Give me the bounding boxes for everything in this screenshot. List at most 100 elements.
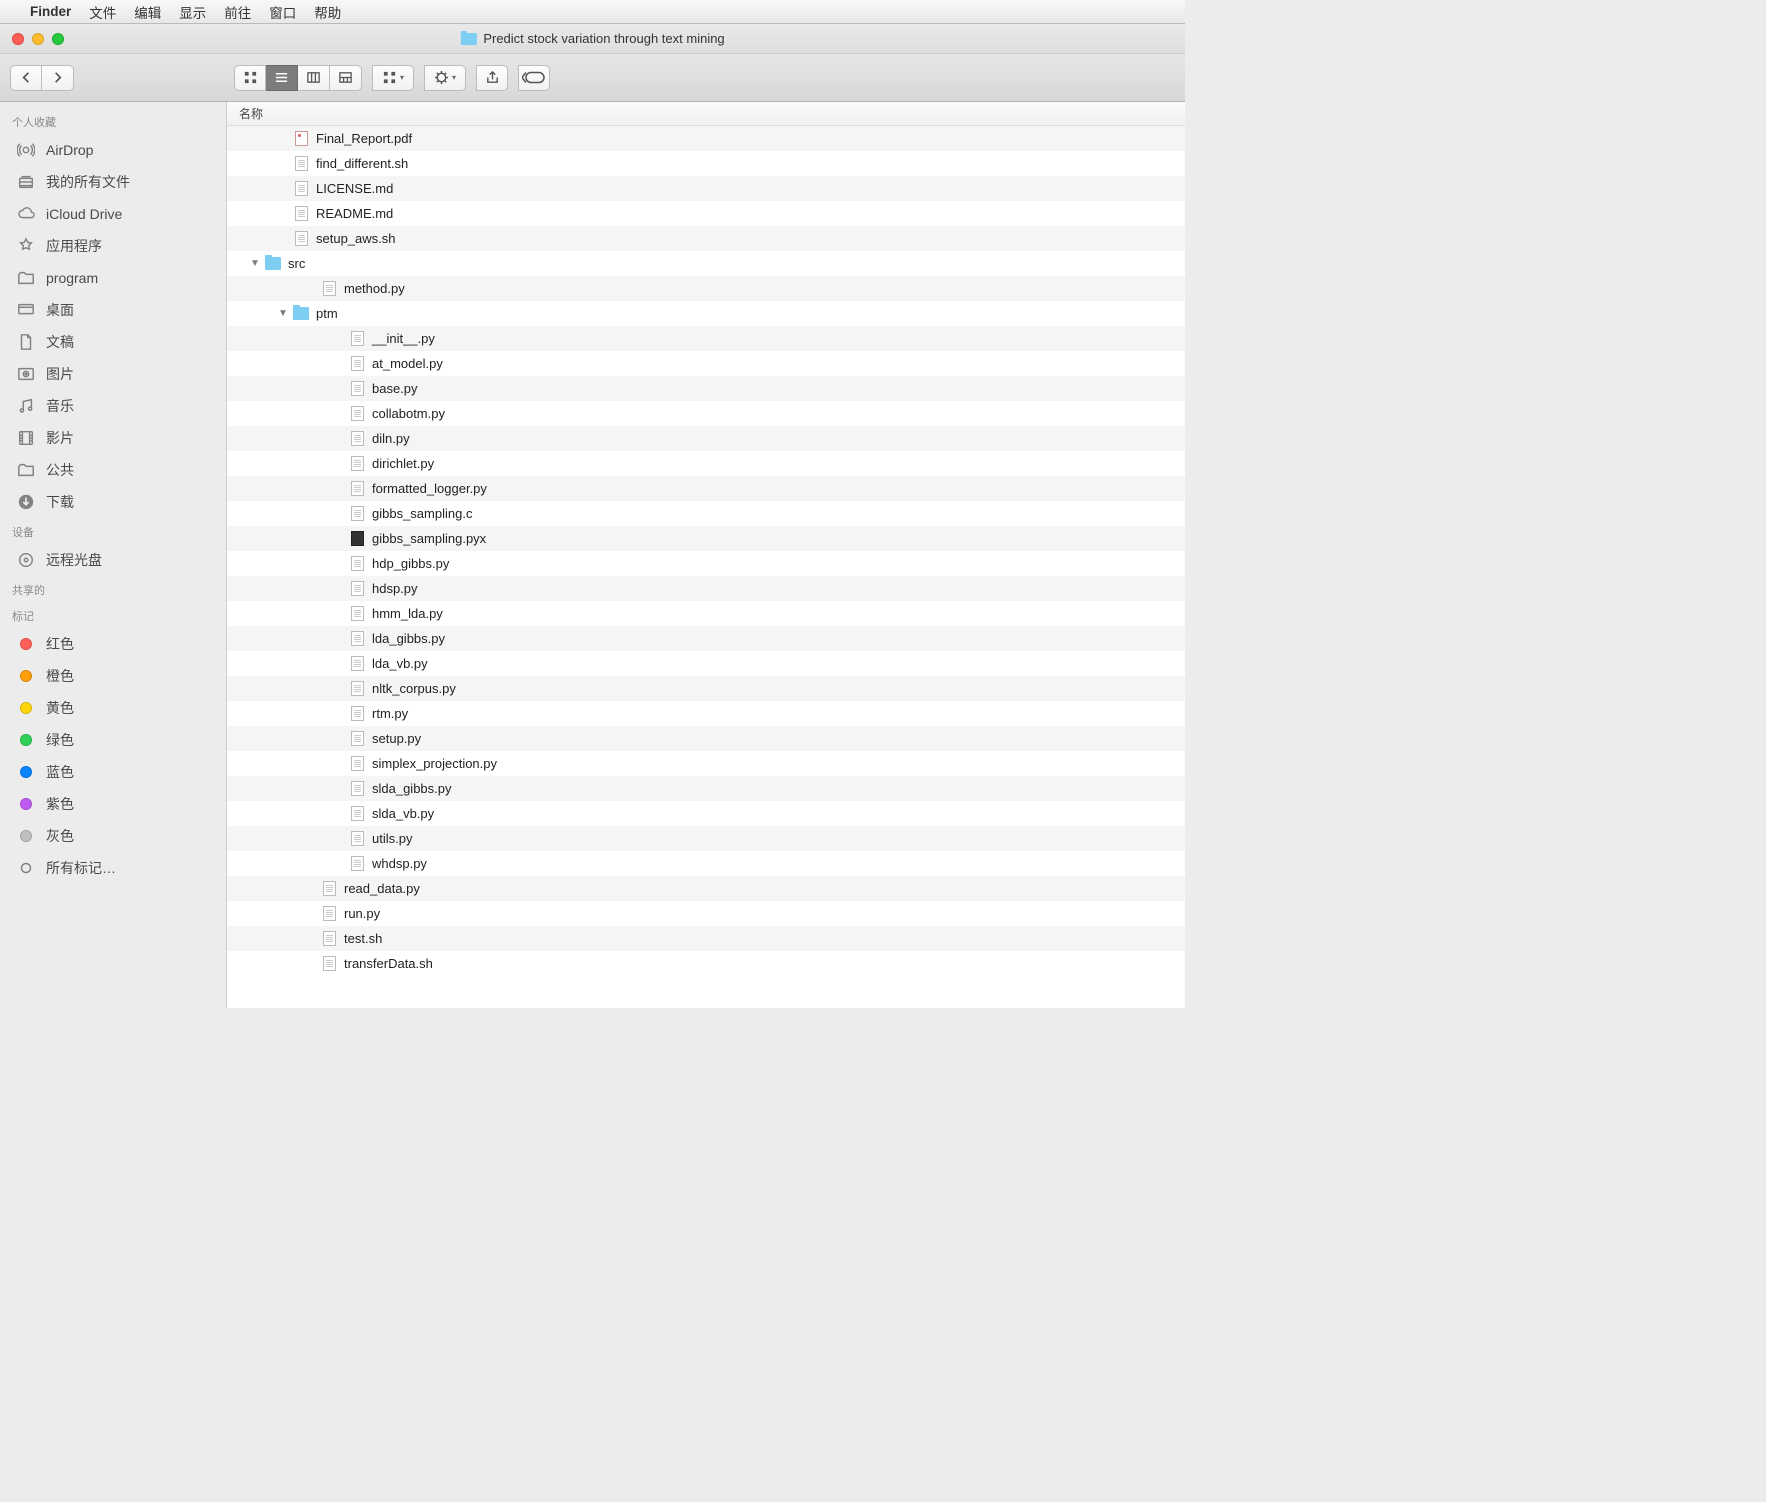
sidebar-item-label: 蓝色 (46, 762, 74, 782)
file-icon (293, 156, 309, 172)
file-row[interactable]: base.py (227, 376, 1185, 401)
sidebar-item[interactable]: 我的所有文件 (0, 166, 226, 198)
file-row[interactable]: README.md (227, 201, 1185, 226)
downloads-icon (16, 493, 36, 511)
sidebar-item[interactable]: 橙色 (0, 660, 226, 692)
menu-window[interactable]: 窗口 (269, 2, 296, 22)
file-row[interactable]: gibbs_sampling.pyx (227, 526, 1185, 551)
file-row[interactable]: simplex_projection.py (227, 751, 1185, 776)
menu-view[interactable]: 显示 (179, 2, 206, 22)
file-row[interactable]: ▼ptm (227, 301, 1185, 326)
sidebar-item-label: 应用程序 (46, 236, 102, 256)
file-row[interactable]: at_model.py (227, 351, 1185, 376)
sidebar-item[interactable]: 应用程序 (0, 230, 226, 262)
sidebar-section-label: 共享的 (0, 576, 226, 602)
file-row[interactable]: diln.py (227, 426, 1185, 451)
file-row[interactable]: hdsp.py (227, 576, 1185, 601)
file-row[interactable]: read_data.py (227, 876, 1185, 901)
file-row[interactable]: lda_gibbs.py (227, 626, 1185, 651)
file-row[interactable]: setup.py (227, 726, 1185, 751)
file-name: method.py (344, 281, 405, 296)
window-title-text: Predict stock variation through text min… (483, 31, 724, 46)
column-header-name[interactable]: 名称 (227, 102, 1185, 126)
file-row[interactable]: hdp_gibbs.py (227, 551, 1185, 576)
menu-edit[interactable]: 编辑 (134, 2, 161, 22)
menu-help[interactable]: 帮助 (314, 2, 341, 22)
sidebar-item[interactable]: 远程光盘 (0, 544, 226, 576)
file-row[interactable]: nltk_corpus.py (227, 676, 1185, 701)
sidebar-item[interactable]: 桌面 (0, 294, 226, 326)
back-button[interactable] (10, 65, 42, 91)
file-icon (349, 681, 365, 697)
sidebar-item[interactable]: AirDrop (0, 134, 226, 166)
coverflow-view-button[interactable] (330, 65, 362, 91)
file-row[interactable]: Final_Report.pdf (227, 126, 1185, 151)
file-row[interactable]: whdsp.py (227, 851, 1185, 876)
file-row[interactable]: setup_aws.sh (227, 226, 1185, 251)
menu-file[interactable]: 文件 (89, 2, 116, 22)
file-row[interactable]: slda_vb.py (227, 801, 1185, 826)
apps-icon (16, 237, 36, 255)
file-name: run.py (344, 906, 380, 921)
file-row[interactable]: hmm_lda.py (227, 601, 1185, 626)
file-row[interactable]: lda_vb.py (227, 651, 1185, 676)
sidebar-item[interactable]: iCloud Drive (0, 198, 226, 230)
icloud-icon (16, 205, 36, 223)
zoom-button[interactable] (52, 33, 64, 45)
tag-icon (16, 731, 36, 749)
sidebar-item[interactable]: 音乐 (0, 390, 226, 422)
file-row[interactable]: transferData.sh (227, 951, 1185, 976)
menu-go[interactable]: 前往 (224, 2, 251, 22)
file-row[interactable]: find_different.sh (227, 151, 1185, 176)
disclosure-triangle-icon[interactable]: ▼ (275, 308, 291, 319)
list-view-button[interactable] (266, 65, 298, 91)
file-name: rtm.py (372, 706, 408, 721)
file-row[interactable]: ▼src (227, 251, 1185, 276)
sidebar-item[interactable]: 紫色 (0, 788, 226, 820)
file-row[interactable]: test.sh (227, 926, 1185, 951)
sidebar-item[interactable]: 下载 (0, 486, 226, 518)
tag-icon (16, 763, 36, 781)
file-row[interactable]: dirichlet.py (227, 451, 1185, 476)
sidebar-item[interactable]: 黄色 (0, 692, 226, 724)
file-row[interactable]: collabotm.py (227, 401, 1185, 426)
file-row[interactable]: gibbs_sampling.c (227, 501, 1185, 526)
file-icon (293, 181, 309, 197)
file-list-pane: 名称 Final_Report.pdffind_different.shLICE… (227, 102, 1185, 1008)
file-row[interactable]: utils.py (227, 826, 1185, 851)
share-button[interactable] (476, 65, 508, 91)
sidebar-item[interactable]: program (0, 262, 226, 294)
sidebar-item[interactable]: 影片 (0, 422, 226, 454)
sidebar-item[interactable]: 绿色 (0, 724, 226, 756)
file-row[interactable]: LICENSE.md (227, 176, 1185, 201)
close-button[interactable] (12, 33, 24, 45)
sidebar-item[interactable]: 所有标记… (0, 852, 226, 884)
file-row[interactable]: __init__.py (227, 326, 1185, 351)
file-name: setup_aws.sh (316, 231, 396, 246)
column-view-button[interactable] (298, 65, 330, 91)
file-row[interactable]: run.py (227, 901, 1185, 926)
file-row[interactable]: method.py (227, 276, 1185, 301)
file-icon (349, 481, 365, 497)
minimize-button[interactable] (32, 33, 44, 45)
forward-button[interactable] (42, 65, 74, 91)
sidebar-item[interactable]: 红色 (0, 628, 226, 660)
sidebar-item[interactable]: 蓝色 (0, 756, 226, 788)
sidebar-item[interactable]: 灰色 (0, 820, 226, 852)
sidebar-item[interactable]: 公共 (0, 454, 226, 486)
file-row[interactable]: slda_gibbs.py (227, 776, 1185, 801)
file-icon (349, 531, 365, 547)
file-icon (293, 131, 309, 147)
sidebar-item[interactable]: 文稿 (0, 326, 226, 358)
file-row[interactable]: rtm.py (227, 701, 1185, 726)
icon-view-button[interactable] (234, 65, 266, 91)
disc-icon (16, 551, 36, 569)
file-row[interactable]: formatted_logger.py (227, 476, 1185, 501)
arrange-button[interactable]: ▾ (372, 65, 414, 91)
disclosure-triangle-icon[interactable]: ▼ (247, 258, 263, 269)
action-button[interactable]: ▾ (424, 65, 466, 91)
tag-icon (16, 667, 36, 685)
sidebar-item[interactable]: 图片 (0, 358, 226, 390)
edit-tags-button[interactable] (518, 65, 550, 91)
app-name[interactable]: Finder (30, 4, 71, 19)
